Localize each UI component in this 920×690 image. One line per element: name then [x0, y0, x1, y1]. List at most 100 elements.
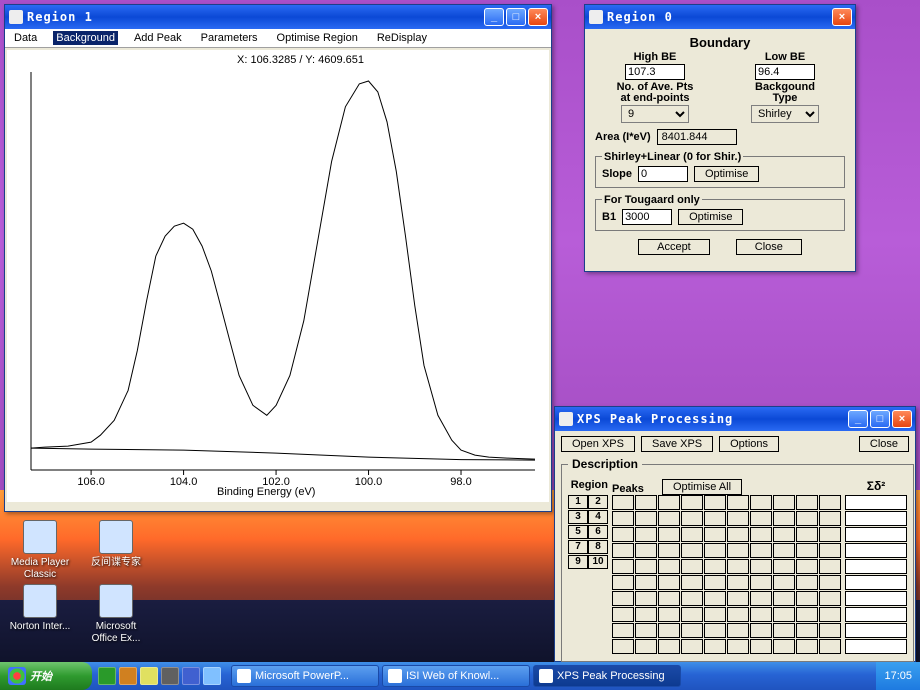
- peak-cell[interactable]: [704, 543, 726, 558]
- peak-cell[interactable]: [635, 495, 657, 510]
- peak-cell[interactable]: [681, 495, 703, 510]
- peak-cell[interactable]: [819, 623, 841, 638]
- peak-cell[interactable]: [727, 559, 749, 574]
- peak-cell[interactable]: [819, 527, 841, 542]
- peak-cell[interactable]: [727, 495, 749, 510]
- peak-cell[interactable]: [796, 623, 818, 638]
- task-button[interactable]: Microsoft PowerP...: [231, 665, 379, 687]
- peak-cell[interactable]: [658, 527, 680, 542]
- peak-cell[interactable]: [681, 559, 703, 574]
- peak-cell[interactable]: [727, 623, 749, 638]
- menu-parameters[interactable]: Parameters: [198, 31, 261, 45]
- peak-cell[interactable]: [750, 623, 772, 638]
- ql-icon[interactable]: [119, 667, 137, 685]
- peak-cell[interactable]: [635, 607, 657, 622]
- peak-cell[interactable]: [750, 527, 772, 542]
- peak-cell[interactable]: [727, 575, 749, 590]
- high-be-input[interactable]: [625, 64, 685, 80]
- task-button[interactable]: XPS Peak Processing: [533, 665, 681, 687]
- desktop-icon[interactable]: Microsoft Office Ex...: [82, 584, 150, 644]
- peak-cell[interactable]: [612, 639, 634, 654]
- peak-cell[interactable]: [750, 559, 772, 574]
- peak-cell[interactable]: [819, 559, 841, 574]
- optimise-all-button[interactable]: Optimise All: [662, 479, 742, 495]
- peak-cell[interactable]: [773, 623, 795, 638]
- menu-background[interactable]: Background: [53, 31, 118, 45]
- peak-cell[interactable]: [727, 543, 749, 558]
- close-button[interactable]: ×: [528, 8, 548, 26]
- close-button[interactable]: Close: [736, 239, 802, 255]
- peak-cell[interactable]: [773, 591, 795, 606]
- ql-icon[interactable]: [203, 667, 221, 685]
- peak-cell[interactable]: [681, 639, 703, 654]
- minimize-button[interactable]: _: [484, 8, 504, 26]
- peak-cell[interactable]: [612, 607, 634, 622]
- peak-cell[interactable]: [612, 543, 634, 558]
- peak-cell[interactable]: [612, 559, 634, 574]
- peak-cell[interactable]: [727, 639, 749, 654]
- peak-cell[interactable]: [796, 591, 818, 606]
- peak-cell[interactable]: [750, 511, 772, 526]
- peak-cell[interactable]: [635, 527, 657, 542]
- peak-cell[interactable]: [750, 543, 772, 558]
- maximize-button[interactable]: □: [870, 410, 890, 428]
- peak-cell[interactable]: [796, 511, 818, 526]
- peak-cell[interactable]: [819, 543, 841, 558]
- titlebar-xps[interactable]: XPS Peak Processing _ □ ×: [555, 407, 915, 431]
- peak-cell[interactable]: [796, 559, 818, 574]
- peak-cell[interactable]: [819, 575, 841, 590]
- region-row-10[interactable]: 10: [588, 555, 608, 569]
- peak-cell[interactable]: [704, 527, 726, 542]
- peak-cell[interactable]: [773, 639, 795, 654]
- peak-cell[interactable]: [658, 511, 680, 526]
- peak-cell[interactable]: [819, 511, 841, 526]
- peak-cell[interactable]: [658, 575, 680, 590]
- close-button[interactable]: ×: [832, 8, 852, 26]
- low-be-input[interactable]: [755, 64, 815, 80]
- peak-cell[interactable]: [658, 559, 680, 574]
- peak-cell[interactable]: [796, 607, 818, 622]
- peak-cell[interactable]: [658, 623, 680, 638]
- peak-cell[interactable]: [727, 527, 749, 542]
- peak-cell[interactable]: [773, 511, 795, 526]
- peak-grid[interactable]: [612, 495, 841, 654]
- peak-cell[interactable]: [612, 495, 634, 510]
- region-row-5[interactable]: 5: [568, 525, 588, 539]
- accept-button[interactable]: Accept: [638, 239, 710, 255]
- peak-cell[interactable]: [819, 607, 841, 622]
- peak-cell[interactable]: [727, 591, 749, 606]
- peak-cell[interactable]: [704, 623, 726, 638]
- peak-cell[interactable]: [704, 607, 726, 622]
- minimize-button[interactable]: _: [848, 410, 868, 428]
- peak-cell[interactable]: [681, 591, 703, 606]
- peak-cell[interactable]: [612, 527, 634, 542]
- peak-cell[interactable]: [773, 495, 795, 510]
- peak-cell[interactable]: [704, 511, 726, 526]
- slope-optimise-button[interactable]: Optimise: [694, 166, 759, 182]
- titlebar-region0[interactable]: Region 0 ×: [585, 5, 855, 29]
- peak-cell[interactable]: [796, 575, 818, 590]
- bgtype-select[interactable]: Shirley: [751, 105, 819, 123]
- peak-cell[interactable]: [704, 639, 726, 654]
- task-button[interactable]: ISI Web of Knowl...: [382, 665, 530, 687]
- options-button[interactable]: Options: [719, 436, 779, 452]
- titlebar-region1[interactable]: Region 1 _ □ ×: [5, 5, 551, 29]
- region-row-9[interactable]: 9: [568, 555, 588, 569]
- open-xps-button[interactable]: Open XPS: [561, 436, 635, 452]
- peak-cell[interactable]: [658, 591, 680, 606]
- peak-cell[interactable]: [796, 495, 818, 510]
- region-row-7[interactable]: 7: [568, 540, 588, 554]
- region-row-8[interactable]: 8: [588, 540, 608, 554]
- menu-add-peak[interactable]: Add Peak: [131, 31, 185, 45]
- peak-cell[interactable]: [819, 639, 841, 654]
- peak-cell[interactable]: [681, 575, 703, 590]
- slope-input[interactable]: [638, 166, 688, 182]
- peak-cell[interactable]: [750, 495, 772, 510]
- peak-cell[interactable]: [635, 575, 657, 590]
- peak-cell[interactable]: [819, 591, 841, 606]
- peak-cell[interactable]: [750, 591, 772, 606]
- peak-cell[interactable]: [727, 607, 749, 622]
- peak-cell[interactable]: [704, 559, 726, 574]
- peak-cell[interactable]: [635, 623, 657, 638]
- menu-data[interactable]: Data: [11, 31, 40, 45]
